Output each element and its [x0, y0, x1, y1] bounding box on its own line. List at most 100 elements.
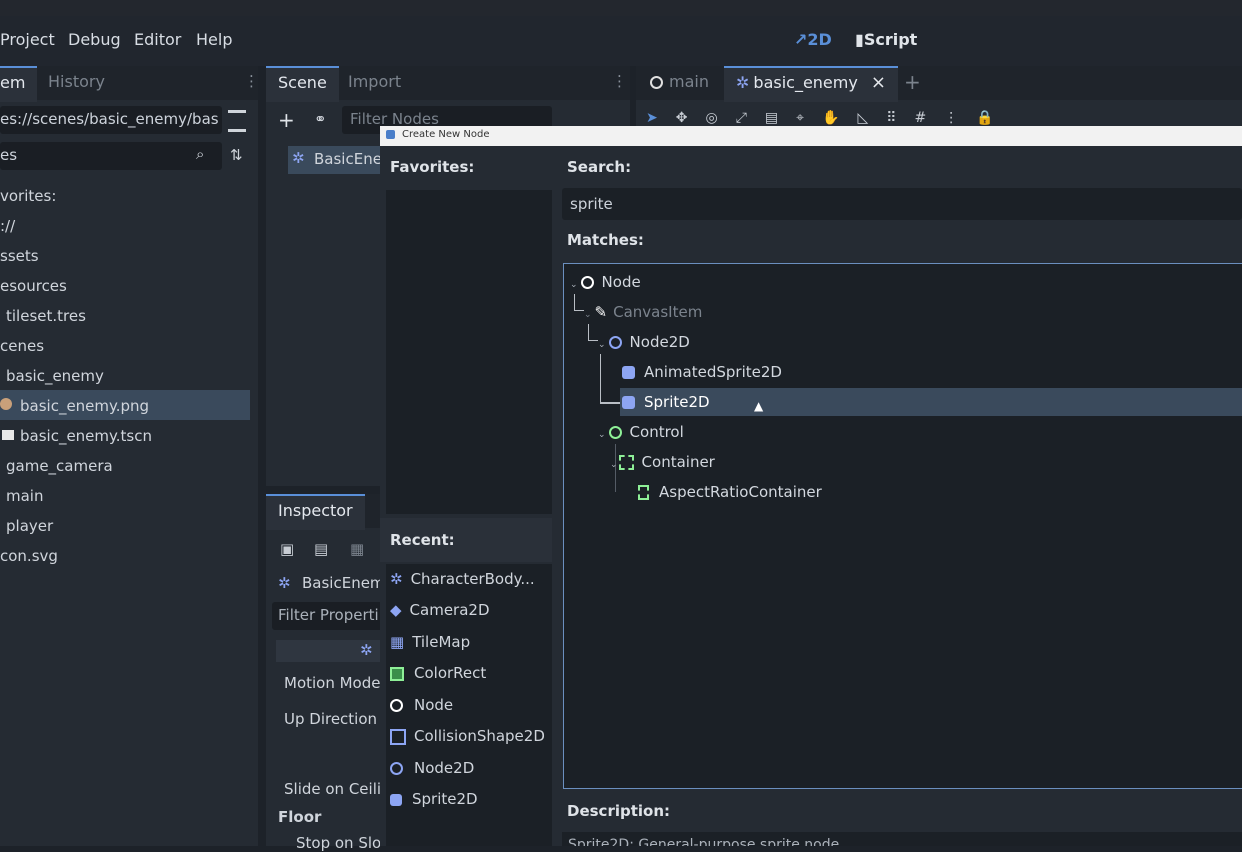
- rotate-tool-icon[interactable]: ◎: [705, 110, 735, 126]
- list-item[interactable]: basic_enemy.png: [20, 397, 149, 415]
- search-label: Search:: [567, 158, 632, 176]
- characterbody-icon: ✲: [390, 570, 403, 588]
- recent-item-camera2d[interactable]: ◆ Camera2D: [390, 601, 490, 619]
- list-item[interactable]: ://: [0, 217, 15, 235]
- chevron-down-icon: ⌄: [598, 430, 606, 440]
- grid-icon[interactable]: #: [915, 110, 945, 126]
- ruler-icon[interactable]: ◺: [857, 110, 886, 126]
- sort-icon[interactable]: ⇅: [230, 146, 243, 164]
- list-item[interactable]: player: [6, 517, 53, 535]
- characterbody-icon: ✲: [736, 73, 750, 92]
- new-resource-icon[interactable]: ▣: [280, 540, 294, 558]
- tab-history[interactable]: History: [36, 66, 117, 100]
- mouse-cursor-icon: ▲: [754, 399, 764, 413]
- scene-root-row[interactable]: ✲ BasicEne: [288, 146, 388, 174]
- tree-item-control[interactable]: ⌄ Control: [598, 418, 684, 446]
- tab-scene[interactable]: Scene: [266, 66, 339, 102]
- filter-properties-input[interactable]: Filter Properti: [272, 602, 386, 630]
- recent-item-colorrect[interactable]: ColorRect: [390, 664, 486, 682]
- close-icon[interactable]: ×: [871, 72, 886, 93]
- tab-import[interactable]: Import: [336, 66, 413, 100]
- list-item[interactable]: basic_enemy.tscn: [20, 427, 152, 445]
- chevron-down-icon: ⌄: [570, 280, 578, 290]
- pan-tool-icon[interactable]: ✋: [822, 110, 857, 126]
- editor-tabbar: main ✲ basic_enemy × +: [636, 66, 1242, 102]
- list-item[interactable]: con.svg: [0, 547, 58, 565]
- recent-header: Recent:: [380, 518, 552, 562]
- tree-item-container[interactable]: ⌄ Container: [610, 448, 715, 476]
- filesystem-filter[interactable]: es ⌕: [0, 142, 222, 170]
- favorites-list[interactable]: [386, 190, 552, 514]
- list-item[interactable]: vorites:: [0, 187, 56, 205]
- tab-basic-enemy[interactable]: ✲ basic_enemy ×: [724, 66, 899, 102]
- list-item[interactable]: cenes: [0, 337, 44, 355]
- menu-editor[interactable]: Editor: [134, 30, 181, 49]
- recent-item-collisionshape2d[interactable]: CollisionShape2D: [390, 727, 545, 745]
- menu-project[interactable]: Project: [0, 30, 55, 49]
- split-view-icon[interactable]: [228, 110, 246, 132]
- tree-item-canvasitem[interactable]: ⌄ ✎ CanvasItem: [584, 298, 702, 326]
- script-icon: ▮: [855, 30, 864, 49]
- list-item[interactable]: tileset.tres: [6, 307, 86, 325]
- menu-debug[interactable]: Debug: [68, 30, 121, 49]
- recent-item-node2d[interactable]: Node2D: [390, 759, 474, 777]
- image-file-icon: [0, 398, 12, 410]
- kebab-menu-icon[interactable]: ⋮: [244, 72, 259, 90]
- add-node-icon[interactable]: +: [278, 108, 295, 132]
- open-folder-icon[interactable]: ▤: [314, 540, 328, 558]
- move-tool-icon[interactable]: ✥: [676, 110, 706, 126]
- link-icon[interactable]: ⚭: [314, 110, 327, 128]
- node-circle-icon: [650, 76, 663, 89]
- section-floor[interactable]: Floor: [278, 808, 321, 826]
- class-header: ✲: [276, 640, 386, 662]
- kebab-menu-icon[interactable]: ⋮: [612, 72, 627, 90]
- recent-item-sprite2d[interactable]: Sprite2D: [390, 790, 478, 808]
- chevron-down-icon: ⌄: [584, 310, 592, 320]
- description-box: Sprite2D: General-purpose sprite node.: [562, 832, 1242, 846]
- pivot-icon[interactable]: ⌖: [796, 110, 822, 126]
- save-icon[interactable]: ▦: [350, 540, 364, 558]
- tab-inspector[interactable]: Inspector: [266, 494, 365, 530]
- inspector-node-name: BasicEnem: [302, 574, 385, 592]
- tab-filesystem[interactable]: em: [0, 66, 38, 102]
- path-field[interactable]: es://scenes/basic_enemy/basi: [0, 106, 222, 134]
- add-tab-icon[interactable]: +: [904, 70, 921, 94]
- inspector-dock: Inspector ▣ ▤ ▦ ✲ BasicEnem Filter Prope…: [266, 494, 386, 852]
- recent-item-tilemap[interactable]: ▦ TileMap: [390, 633, 470, 651]
- sprite2d-icon: [622, 396, 635, 409]
- tree-item-sprite2d[interactable]: Sprite2D: [622, 388, 710, 416]
- 2d-icon: ↗: [794, 30, 808, 49]
- collisionshape-icon: [390, 728, 406, 745]
- list-item[interactable]: basic_enemy: [6, 367, 104, 385]
- editor-toolbar: ➤✥◎⤢▤⌖✋◺⠿#⋮🔒: [646, 110, 1242, 126]
- search-input[interactable]: sprite: [562, 188, 1242, 220]
- lock-icon[interactable]: 🔒: [976, 110, 1011, 126]
- colorrect-icon: [390, 666, 404, 681]
- menu-help[interactable]: Help: [196, 30, 232, 49]
- list-item[interactable]: esources: [0, 277, 67, 295]
- select-tool-icon[interactable]: ➤: [646, 110, 676, 126]
- filesystem-tabbar: em History ⋮: [0, 66, 259, 102]
- camera-icon: ◆: [390, 601, 402, 619]
- recent-item-characterbody[interactable]: ✲ CharacterBody...: [390, 570, 535, 588]
- tree-item-node[interactable]: ⌄ Node: [570, 268, 641, 296]
- tree-line: [574, 294, 575, 310]
- prop-up-direction: Up Direction: [284, 710, 378, 728]
- tree-line: [588, 324, 589, 340]
- brush-icon: ✎: [594, 303, 608, 321]
- list-select-icon[interactable]: ▤: [765, 110, 796, 126]
- tree-item-aspectratiocontainer[interactable]: AspectRatioContainer: [638, 478, 822, 506]
- list-item[interactable]: game_camera: [6, 457, 113, 475]
- list-item[interactable]: main: [6, 487, 43, 505]
- recent-item-node[interactable]: Node: [390, 696, 453, 714]
- sprite2d-icon: [390, 793, 402, 806]
- tab-main[interactable]: main: [638, 66, 721, 100]
- scale-tool-icon[interactable]: ⤢: [736, 110, 765, 126]
- tree-item-node2d[interactable]: ⌄ Node2D: [598, 328, 690, 356]
- more-icon[interactable]: ⋮: [944, 110, 976, 126]
- snap-icon[interactable]: ⠿: [886, 110, 914, 126]
- list-item[interactable]: ssets: [0, 247, 39, 265]
- tree-item-animatedsprite2d[interactable]: AnimatedSprite2D: [622, 358, 782, 386]
- workspace-script-button[interactable]: ▮Script: [855, 30, 917, 49]
- workspace-2d-button[interactable]: ↗2D: [794, 30, 832, 49]
